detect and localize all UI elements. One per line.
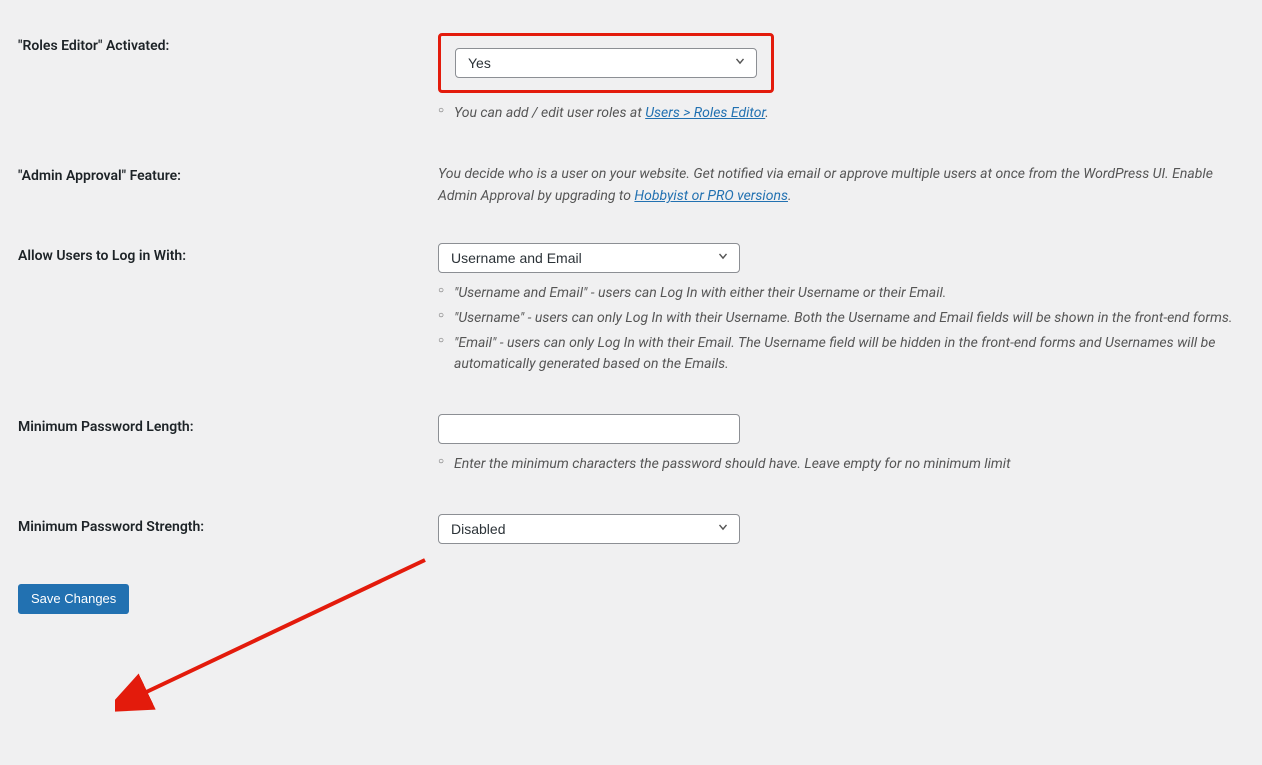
login-with-hint-3: "Email" - users can only Log In with the…: [438, 333, 1234, 375]
roles-editor-label: "Roles Editor" Activated:: [18, 18, 438, 148]
roles-editor-hint: You can add / edit user roles at Users >…: [438, 103, 1234, 124]
roles-editor-link[interactable]: Users > Roles Editor: [645, 105, 765, 121]
settings-table: "Roles Editor" Activated: Yes You can ad…: [18, 18, 1244, 564]
min-password-length-label: Minimum Password Length:: [18, 399, 438, 499]
login-with-select[interactable]: Username and Email: [438, 243, 740, 273]
admin-approval-description: You decide who is a user on your website…: [438, 163, 1234, 208]
roles-editor-select[interactable]: Yes: [455, 48, 757, 78]
admin-approval-upgrade-link[interactable]: Hobbyist or PRO versions: [634, 188, 788, 204]
min-password-length-hint: Enter the minimum characters the passwor…: [438, 454, 1234, 475]
roles-editor-highlight: Yes: [438, 33, 774, 93]
min-password-strength-label: Minimum Password Strength:: [18, 499, 438, 564]
save-changes-button[interactable]: Save Changes: [18, 584, 129, 614]
min-password-length-input[interactable]: [438, 414, 740, 444]
login-with-hint-1: "Username and Email" - users can Log In …: [438, 283, 1234, 304]
login-with-label: Allow Users to Log in With:: [18, 228, 438, 399]
login-with-hint-2: "Username" - users can only Log In with …: [438, 308, 1234, 329]
min-password-strength-select[interactable]: Disabled: [438, 514, 740, 544]
annotation-arrow: [115, 550, 445, 720]
admin-approval-label: "Admin Approval" Feature:: [18, 148, 438, 228]
